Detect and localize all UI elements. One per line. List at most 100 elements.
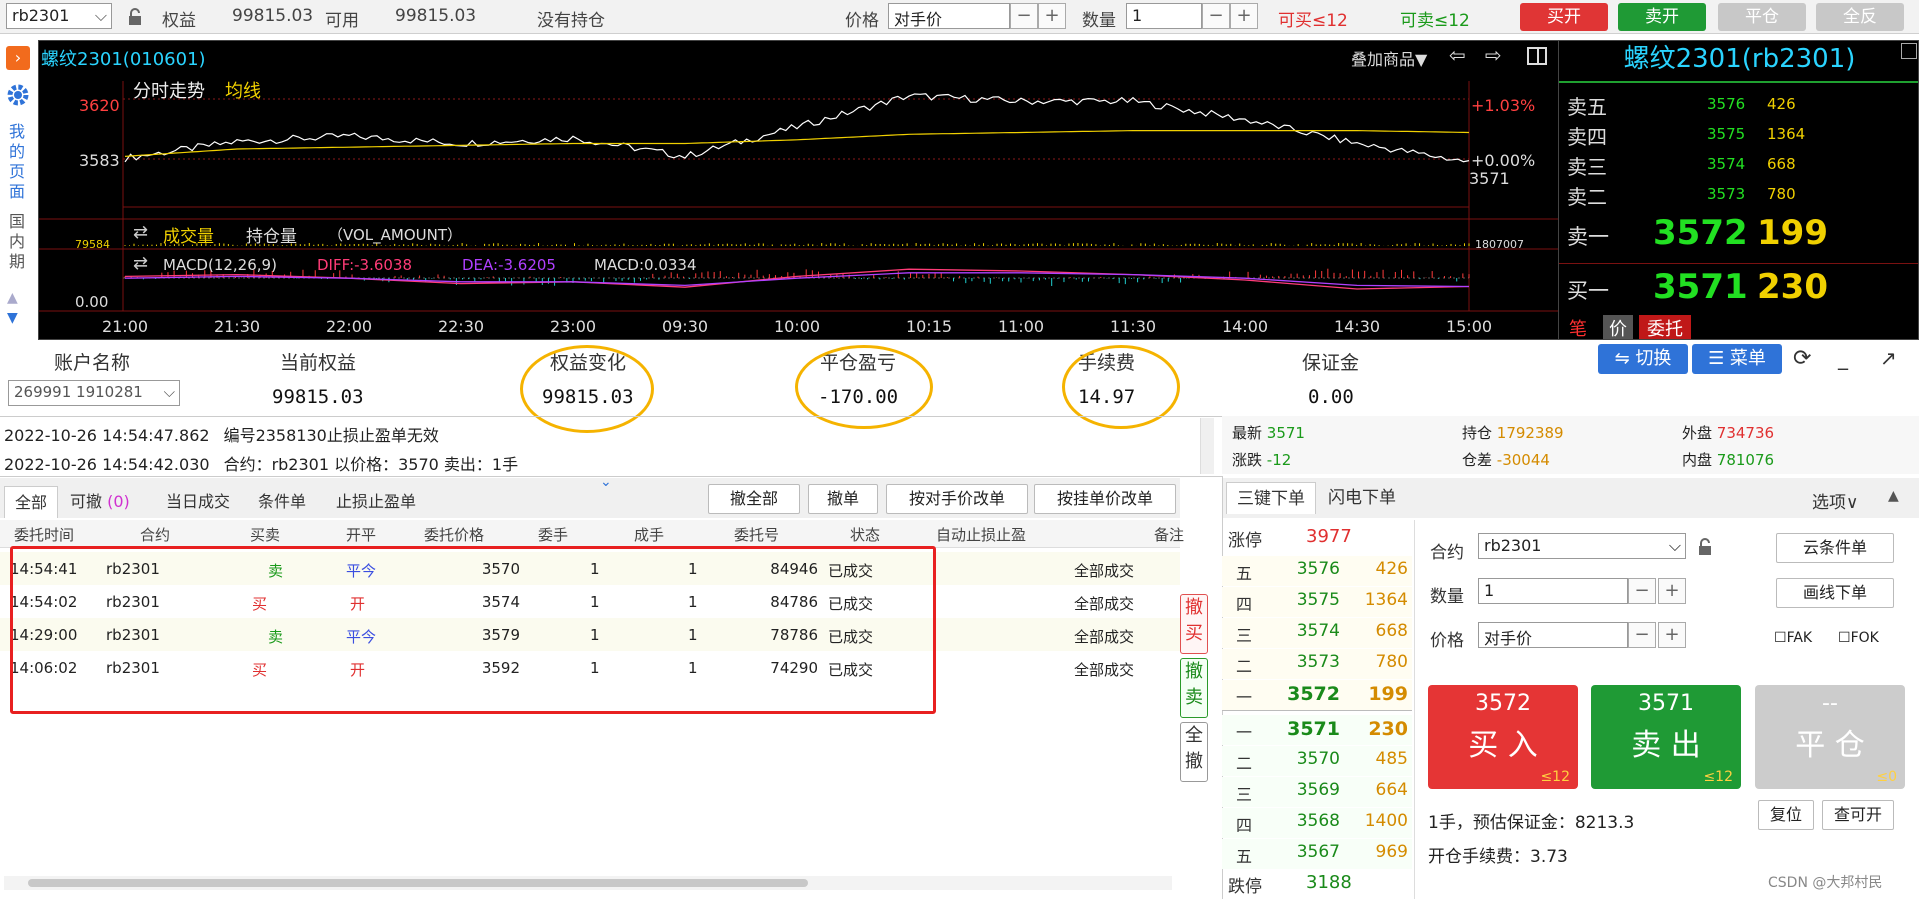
log-scrollbar[interactable] (1200, 418, 1214, 474)
fak-checkbox[interactable]: ☐FAK (1774, 630, 1812, 646)
book-bid-row[interactable]: 三 3569 664 (1222, 777, 1412, 807)
qty-input[interactable]: 1 (1126, 3, 1202, 29)
cancel-all-side-button[interactable]: 全撤 (1180, 722, 1208, 782)
col-note[interactable]: 备注 (1154, 524, 1184, 545)
tab-conditional[interactable]: 条件单 (248, 486, 316, 518)
volume-title: 成交量 (163, 227, 214, 247)
expand-arrow-icon[interactable]: › (6, 46, 30, 70)
swap-icon-macd[interactable]: ⇄ (133, 253, 148, 274)
col-open-close[interactable]: 开平 (346, 524, 376, 545)
my-page-link[interactable]: 我的页面 (9, 122, 27, 202)
tab-flash[interactable]: 闪电下单 (1318, 482, 1406, 514)
margin-info: 1手，预估保证金：8213.3 (1428, 813, 1635, 833)
sell-limit: ≤12 (1703, 769, 1733, 785)
unlock-icon[interactable] (1696, 538, 1714, 556)
refresh-icon[interactable]: ⟳ (1793, 346, 1811, 371)
book-ask-row[interactable]: 四 3575 1364 (1222, 587, 1412, 617)
quote-tab-orders[interactable]: 委托 (1639, 315, 1691, 339)
qty-minus-button[interactable]: − (1202, 3, 1230, 29)
scroll-down-icon[interactable]: ▼ (7, 310, 18, 326)
minimize-icon[interactable]: _ (1838, 346, 1848, 370)
intraday-chart[interactable]: 螺纹2301(010601) 叠加商品▼ ⇦ ⇨ 分时走势 均线 3620 35… (38, 40, 1560, 340)
book-bid-row[interactable]: 二 3570 485 (1222, 746, 1412, 776)
book-bid-row[interactable]: 五 3567 969 (1222, 839, 1412, 869)
book-bid-row[interactable]: 一 3571 230 (1222, 715, 1412, 745)
reset-button[interactable]: 复位 (1758, 800, 1814, 830)
swap-icon[interactable]: ⇄ (133, 222, 148, 243)
sell-button[interactable]: 3571 卖 出 ≤12 (1591, 685, 1741, 789)
reverse-button[interactable]: 全反 (1816, 3, 1904, 31)
cancel-sell-button[interactable]: 撤卖 (1180, 658, 1208, 718)
tab-three-key[interactable]: 三键下单 (1226, 482, 1316, 514)
order-qty-input[interactable]: 1 (1478, 578, 1628, 604)
tab-cancelable[interactable]: 可撤 (0) (60, 486, 140, 518)
fok-checkbox[interactable]: ☐FOK (1838, 630, 1879, 646)
chevron-down-icon: ⌵ (163, 383, 175, 401)
time-tick: 10:00 (773, 317, 821, 336)
modify-by-counter-price-button[interactable]: 按对手价改单 (886, 484, 1028, 514)
acc-header-margin: 保证金 (1302, 352, 1360, 374)
cancel-all-button[interactable]: 撤全部 (708, 484, 800, 514)
tab-stop-orders[interactable]: 止损止盈单 (326, 486, 426, 518)
cancel-buy-button[interactable]: 撤买 (1180, 594, 1208, 654)
modify-by-queue-price-button[interactable]: 按挂单价改单 (1034, 484, 1176, 514)
book-ask-row[interactable]: 一 3572 199 (1222, 680, 1412, 710)
price-minus-button[interactable]: − (1010, 3, 1038, 29)
scroll-up-icon[interactable]: ▲ (7, 290, 18, 306)
quote-tab-trades[interactable]: 笔 (1569, 315, 1587, 339)
expand-icon[interactable]: ↗ (1880, 346, 1897, 370)
buy-open-button[interactable]: 买开 (1520, 3, 1608, 31)
price-input[interactable]: 对手价 (888, 3, 1010, 29)
order-price-minus[interactable]: − (1628, 622, 1656, 648)
sell-open-button[interactable]: 卖开 (1618, 3, 1706, 31)
gear-icon[interactable] (5, 82, 31, 108)
close-button[interactable]: -- 平 仓 ≤0 (1755, 685, 1905, 789)
tab-all[interactable]: 全部 (4, 486, 59, 518)
inner-stat: 内盘 781076 (1682, 449, 1774, 470)
log-time: 2022-10-26 14:54:42.030 (4, 455, 210, 474)
collapse-chevron-icon[interactable]: ⌄ (600, 474, 612, 490)
cloud-conditional-button[interactable]: 云条件单 (1776, 533, 1894, 563)
domestic-futures-link[interactable]: 国内期 (9, 212, 27, 272)
buy-button[interactable]: 3572 买 入 ≤12 (1428, 685, 1578, 789)
cancel-button[interactable]: 撤单 (808, 484, 878, 514)
tab-today-trades[interactable]: 当日成交 (156, 486, 240, 518)
col-order-id[interactable]: 委托号 (734, 524, 779, 545)
col-contract[interactable]: 合约 (140, 524, 170, 545)
lock-icon[interactable] (126, 8, 144, 26)
book-ask-row[interactable]: 五 3576 426 (1222, 556, 1412, 586)
col-filled[interactable]: 成手 (634, 524, 664, 545)
order-price-plus[interactable]: + (1658, 622, 1686, 648)
quote-tab-price[interactable]: 价 (1603, 315, 1633, 339)
col-time[interactable]: 委托时间 (14, 524, 74, 545)
time-tick: 22:00 (325, 317, 373, 336)
collapse-up-icon[interactable]: ▲ (1888, 488, 1899, 504)
col-side[interactable]: 买卖 (250, 524, 280, 545)
draw-line-order-button[interactable]: 画线下单 (1776, 578, 1894, 608)
vol-amount-label: （VOL_AMOUNT） (328, 226, 463, 244)
order-qty-plus[interactable]: + (1658, 578, 1686, 604)
book-ask-row[interactable]: 二 3573 780 (1222, 649, 1412, 679)
account-select[interactable]: 269991 1910281 ⌵ (8, 380, 180, 406)
check-openable-button[interactable]: 查可开 (1822, 800, 1894, 830)
time-tick: 21:00 (101, 317, 149, 336)
h-scrollbar[interactable] (4, 876, 1172, 890)
col-price[interactable]: 委托价格 (424, 524, 484, 545)
book-bid-row[interactable]: 四 3568 1400 (1222, 808, 1412, 838)
col-auto-stop[interactable]: 自动止损止盈 (936, 524, 1026, 545)
col-volume[interactable]: 委手 (538, 524, 568, 545)
book-ask-row[interactable]: 三 3574 668 (1222, 618, 1412, 648)
price-plus-button[interactable]: + (1038, 3, 1066, 29)
order-qty-minus[interactable]: − (1628, 578, 1656, 604)
time-axis: 21:00 21:30 22:00 22:30 23:00 09:30 10:00 10:15… (39, 317, 1559, 339)
restore-icon[interactable] (1901, 43, 1917, 59)
col-status[interactable]: 状态 (850, 524, 880, 545)
order-contract-select[interactable]: rb2301 ⌵ (1478, 533, 1686, 559)
options-dropdown[interactable]: 选项∨ (1812, 488, 1858, 513)
contract-select[interactable]: rb2301 ⌵ (6, 3, 112, 29)
switch-button[interactable]: ⇋ 切换 (1598, 344, 1688, 374)
close-position-button[interactable]: 平仓 (1718, 3, 1806, 31)
menu-button[interactable]: ☰ 菜单 (1692, 344, 1782, 374)
order-price-input[interactable]: 对手价 (1478, 622, 1628, 648)
qty-plus-button[interactable]: + (1230, 3, 1258, 29)
